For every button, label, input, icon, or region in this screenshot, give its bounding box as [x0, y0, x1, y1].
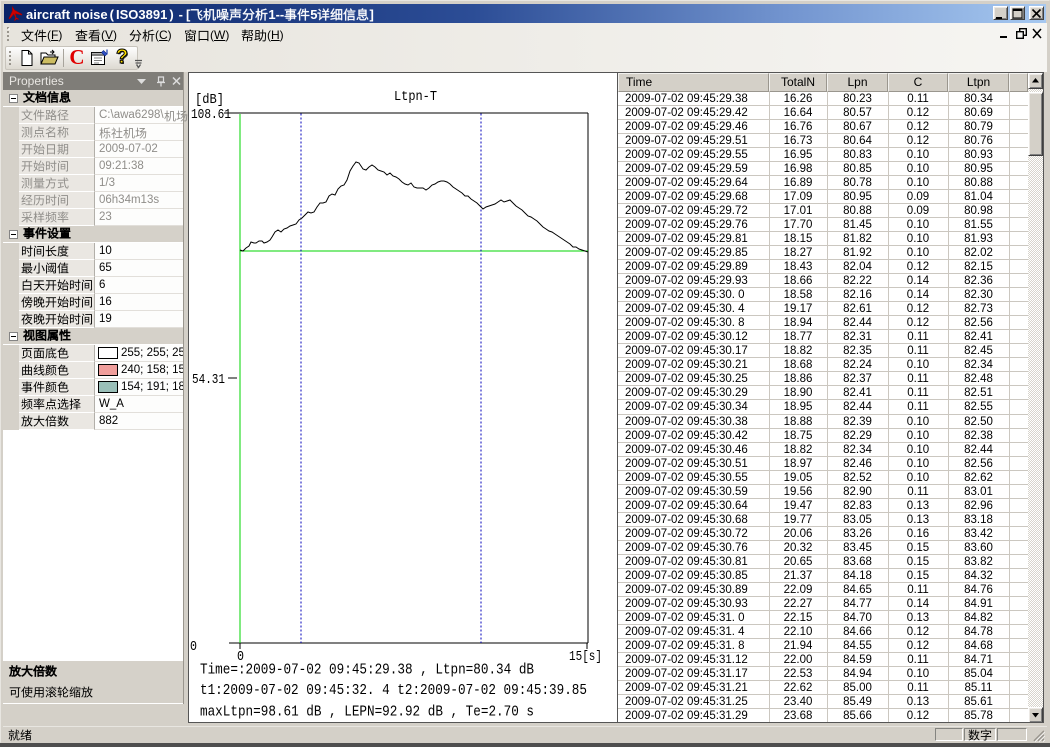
svg-text:0: 0	[190, 640, 197, 655]
svg-text:Ltpn-T: Ltpn-T	[394, 90, 437, 105]
svg-text:[dB]: [dB]	[195, 93, 224, 108]
svg-text:maxLtpn=98.61 dB , LEPN=92.92: maxLtpn=98.61 dB , LEPN=92.92 dB , Te=2.…	[200, 702, 534, 720]
svg-text:54.31: 54.31	[192, 373, 225, 388]
svg-text:t1:2009-07-02 09:45:32. 4 t2:2: t1:2009-07-02 09:45:32. 4 t2:2009-07-02 …	[200, 681, 587, 699]
svg-text:Time=:2009-07-02 09:45:29.38 ,: Time=:2009-07-02 09:45:29.38 , Ltpn=80.3…	[200, 661, 534, 679]
svg-text:108.61: 108.61	[191, 108, 231, 123]
svg-text:15[s]: 15[s]	[569, 650, 602, 665]
